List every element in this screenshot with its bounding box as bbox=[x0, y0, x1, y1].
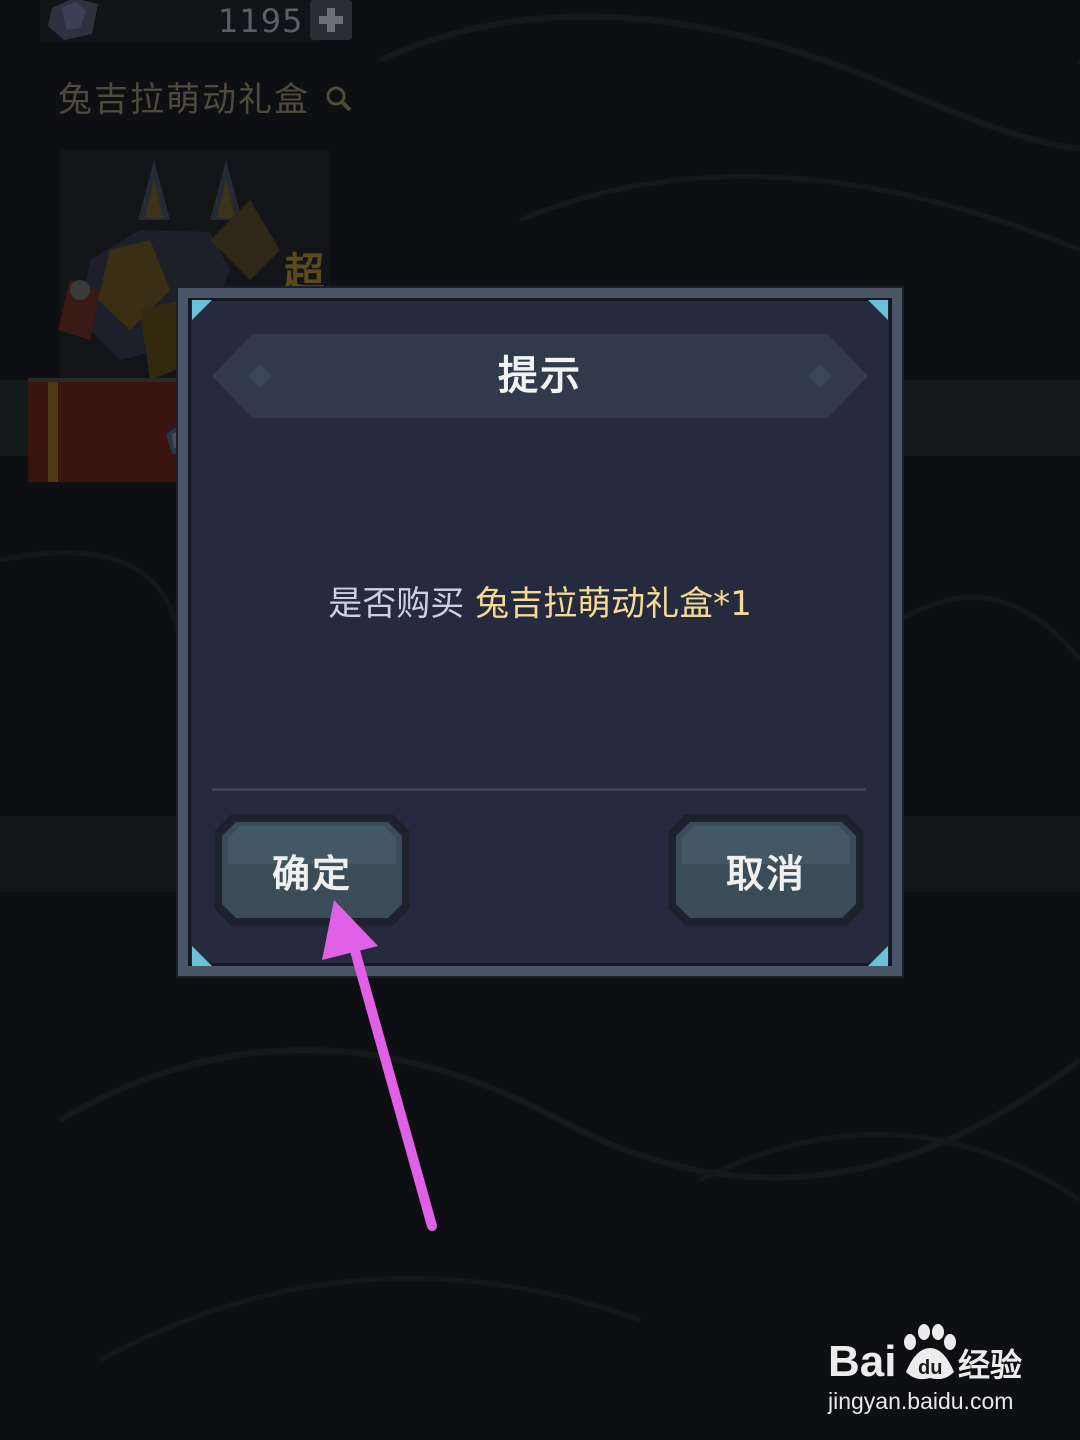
message-item-name: 兔吉拉萌动礼盒*1 bbox=[475, 584, 752, 624]
watermark-url: jingyan.baidu.com bbox=[828, 1388, 1014, 1414]
dialog-title: 提示 bbox=[498, 353, 582, 399]
message-text: 是否购买 bbox=[328, 584, 476, 624]
price-strip[interactable] bbox=[28, 378, 192, 482]
purchase-confirm-dialog: 提示 是否购买 兔吉拉萌动礼盒*1 确定 取消 bbox=[178, 288, 902, 976]
cancel-button[interactable]: 取消 bbox=[668, 814, 864, 926]
currency-bar: 1195 bbox=[40, 0, 352, 42]
svg-text:经验: 经验 bbox=[958, 1346, 1022, 1384]
dialog-message: 是否购买 兔吉拉萌动礼盒*1 bbox=[178, 574, 902, 634]
plus-icon bbox=[319, 8, 343, 32]
cancel-button-label: 取消 bbox=[725, 851, 806, 896]
currency-value: 1195 bbox=[218, 2, 304, 40]
baidu-jingyan-watermark: Bai du 经验 jingyan.baidu.com bbox=[826, 1320, 1026, 1420]
svg-text:du: du bbox=[918, 1357, 942, 1379]
item-title: 兔吉拉萌动礼盒 bbox=[58, 80, 310, 120]
corner-ornament bbox=[192, 946, 212, 966]
confirm-button[interactable]: 确定 bbox=[214, 814, 410, 926]
item-title-row[interactable]: 兔吉拉萌动礼盒 bbox=[58, 78, 352, 122]
price-strip-edge bbox=[48, 382, 58, 482]
divider bbox=[212, 788, 866, 791]
add-currency-button[interactable] bbox=[310, 0, 352, 40]
gem-icon bbox=[48, 0, 98, 40]
svg-text:Bai: Bai bbox=[828, 1337, 896, 1386]
screen: 1195 兔吉拉萌动礼盒 超 提示 是否购买 兔吉拉萌动礼盒*1 确定 取消 B… bbox=[0, 0, 1080, 1440]
confirm-button-label: 确定 bbox=[271, 851, 352, 896]
search-icon bbox=[326, 86, 352, 112]
corner-ornament bbox=[868, 946, 888, 966]
baidu-logo: Bai du 经验 bbox=[828, 1324, 1022, 1386]
